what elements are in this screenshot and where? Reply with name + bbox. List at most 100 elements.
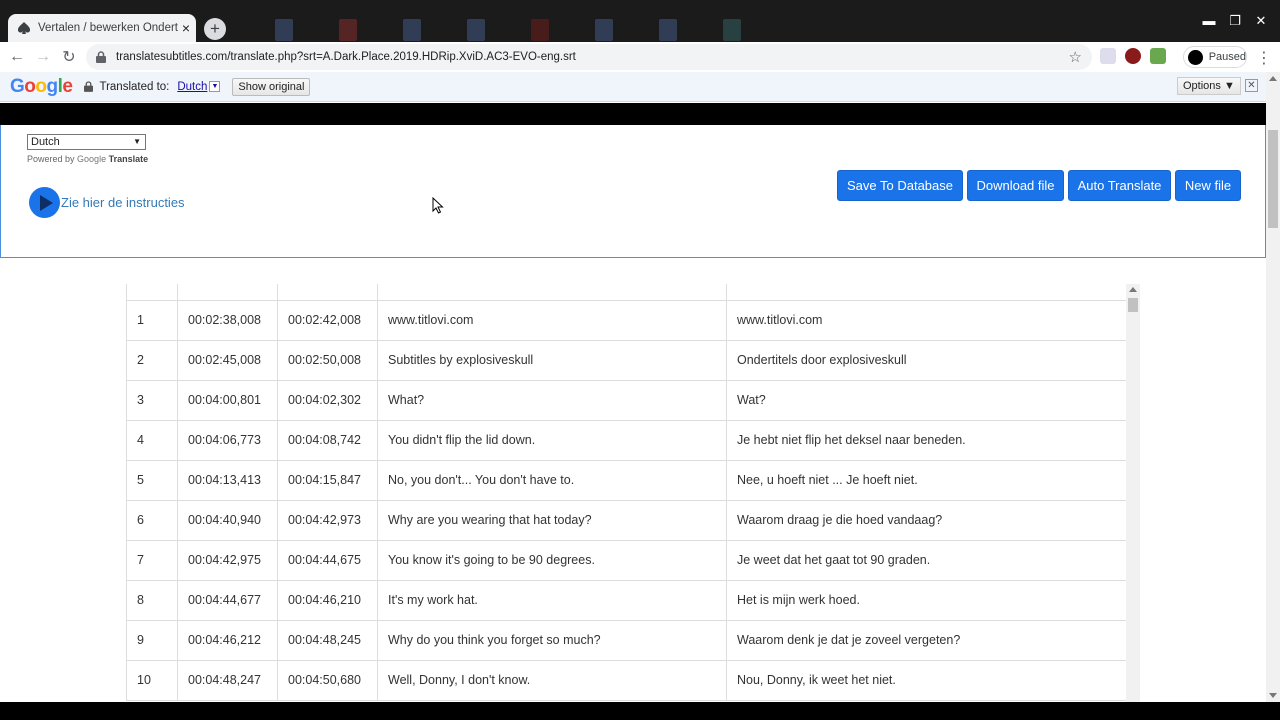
translation-text-cell[interactable]: www.titlovi.com (726, 300, 1126, 341)
end-time-cell: 00:04:48,245 (277, 620, 378, 661)
download-file-button[interactable]: Download file (967, 170, 1064, 201)
original-text-cell: It's my work hat. (377, 580, 727, 621)
table-row: 2 00:02:45,008 00:02:50,008 Subtitles by ex… (126, 340, 1126, 381)
subtitle-table: 1 00:02:38,008 00:02:42,008 www.titlovi.com… (126, 284, 1126, 701)
browser-tabstrip: Vertalen / bewerken Ondertitelin × + ▬ ❐… (0, 0, 1280, 42)
reload-icon[interactable]: ↻ (56, 44, 82, 70)
original-text-cell: www.titlovi.com (377, 300, 727, 341)
translation-text-cell[interactable]: Waarom draag je die hoed vandaag? (726, 500, 1126, 541)
google-translate-bar: Google Translated to: Dutch ▼ Show origi… (0, 72, 1268, 102)
start-time-cell: 00:04:00,801 (177, 380, 278, 421)
end-time-cell: 00:04:08,742 (277, 420, 378, 461)
start-time-cell: 00:04:13,413 (177, 460, 278, 501)
start-time-cell: 00:04:44,677 (177, 580, 278, 621)
mouse-cursor-icon (432, 197, 444, 214)
spade-favicon-icon (18, 22, 30, 34)
translation-text-cell[interactable]: Nee, u hoeft niet ... Je hoeft niet. (726, 460, 1126, 501)
extension-icon[interactable] (1100, 48, 1116, 64)
profile-button[interactable]: Paused (1183, 46, 1247, 68)
start-time-cell: 00:04:42,975 (177, 540, 278, 581)
new-file-button[interactable]: New file (1175, 170, 1241, 201)
menu-icon[interactable]: ⋮ (1256, 48, 1272, 68)
table-row: 1 00:02:38,008 00:02:42,008 www.titlovi.com… (126, 300, 1126, 341)
chevron-down-icon: ▼ (133, 137, 141, 146)
row-number-cell: 1 (126, 300, 178, 341)
bookmark-star-icon[interactable]: ☆ (1069, 48, 1082, 66)
original-text-cell: What? (377, 380, 727, 421)
options-button[interactable]: Options ▼ (1177, 77, 1241, 95)
end-time-cell: 00:02:42,008 (277, 300, 378, 341)
language-select[interactable]: Dutch ▼ (27, 134, 146, 150)
minimize-icon[interactable]: ▬ (1198, 12, 1220, 30)
translation-text-cell[interactable]: Nou, Donny, ik weet het niet. (726, 660, 1126, 701)
forward-icon[interactable]: → (30, 44, 56, 70)
end-time-cell: 00:04:42,973 (277, 500, 378, 541)
translation-text-cell[interactable]: Ondertitels door explosiveskull (726, 340, 1126, 381)
translation-text-cell[interactable]: Je weet dat het gaat tot 90 graden. (726, 540, 1126, 581)
table-row: 6 00:04:40,940 00:04:42,973 Why are you wea… (126, 500, 1126, 541)
close-icon[interactable]: ✕ (1245, 79, 1258, 92)
translation-text-cell[interactable]: Waarom denk je dat je zoveel vergeten? (726, 620, 1126, 661)
back-icon[interactable]: ← (4, 44, 30, 70)
document-icon (636, 18, 700, 42)
original-text-cell: Why do you think you forget so much? (377, 620, 727, 661)
document-icon (252, 18, 316, 42)
target-language-link[interactable]: Dutch (177, 81, 207, 93)
extension-icon[interactable] (1125, 48, 1141, 64)
page-scrollbar[interactable] (1266, 72, 1280, 702)
restore-icon[interactable]: ❐ (1224, 12, 1246, 30)
row-number-cell: 9 (126, 620, 178, 661)
powered-by-google-translate: Powered by Google Translate (27, 154, 149, 164)
translation-text-cell[interactable]: Het is mijn werk hoed. (726, 580, 1126, 621)
original-text-cell: You didn't flip the lid down. (377, 420, 727, 461)
row-number-cell: 5 (126, 460, 178, 501)
close-tab-icon[interactable]: × (182, 20, 190, 36)
lock-icon (96, 51, 106, 63)
translation-text-cell[interactable]: Wat? (726, 380, 1126, 421)
extension-icon[interactable] (1150, 48, 1166, 64)
row-number-cell: 8 (126, 580, 178, 621)
original-text-cell: No, you don't... You don't have to. (377, 460, 727, 501)
controls-panel: Dutch ▼ Powered by Google Translate Zie h… (0, 125, 1266, 258)
row-number-cell: 6 (126, 500, 178, 541)
close-window-icon[interactable]: ✕ (1250, 12, 1272, 30)
start-time-cell: 00:04:40,940 (177, 500, 278, 541)
table-row: 10 00:04:48,247 00:04:50,680 Well, Donny, I… (126, 660, 1126, 701)
url-text: translatesubtitles.com/translate.php?srt… (116, 51, 576, 63)
browser-tab[interactable]: Vertalen / bewerken Ondertitelin × (8, 14, 196, 42)
row-number-cell: 7 (126, 540, 178, 581)
start-time-cell: 00:04:06,773 (177, 420, 278, 461)
instructions-link[interactable]: Zie hier de instructies (29, 187, 185, 218)
table-row: 3 00:04:00,801 00:04:02,302 What? Wat? (126, 380, 1126, 421)
original-text-cell: Well, Donny, I don't know. (377, 660, 727, 701)
table-row: 4 00:04:06,773 00:04:08,742 You didn't flip… (126, 420, 1126, 461)
end-time-cell: 00:04:15,847 (277, 460, 378, 501)
window-controls: ▬ ❐ ✕ (1198, 12, 1272, 30)
end-time-cell: 00:04:50,680 (277, 660, 378, 701)
translated-to-label: Translated to: (99, 80, 170, 93)
new-tab-button[interactable]: + (204, 18, 226, 40)
taskbar-strip (0, 702, 1280, 720)
end-time-cell: 00:04:44,675 (277, 540, 378, 581)
play-icon (29, 187, 60, 218)
start-time-cell: 00:04:46,212 (177, 620, 278, 661)
table-row: 5 00:04:13,413 00:04:15,847 No, you don't..… (126, 460, 1126, 501)
document-icon (508, 18, 572, 42)
address-bar[interactable]: translatesubtitles.com/translate.php?srt… (86, 44, 1092, 70)
original-text-cell: Why are you wearing that hat today? (377, 500, 727, 541)
background-icons (252, 18, 764, 42)
profile-status: Paused (1208, 51, 1246, 63)
row-number-cell: 2 (126, 340, 178, 381)
document-icon (444, 18, 508, 42)
save-to-database-button[interactable]: Save To Database (837, 170, 963, 201)
instructions-label: Zie hier de instructies (61, 195, 185, 210)
chevron-down-icon[interactable]: ▼ (209, 81, 221, 92)
auto-translate-button[interactable]: Auto Translate (1068, 170, 1171, 201)
show-original-button[interactable]: Show original (232, 77, 311, 96)
translation-text-cell[interactable]: Je hebt niet flip het deksel naar benede… (726, 420, 1126, 461)
google-logo: Google (10, 75, 73, 97)
document-icon (380, 18, 444, 42)
table-scrollbar[interactable] (1126, 284, 1140, 702)
document-icon (316, 18, 380, 42)
start-time-cell: 00:02:38,008 (177, 300, 278, 341)
